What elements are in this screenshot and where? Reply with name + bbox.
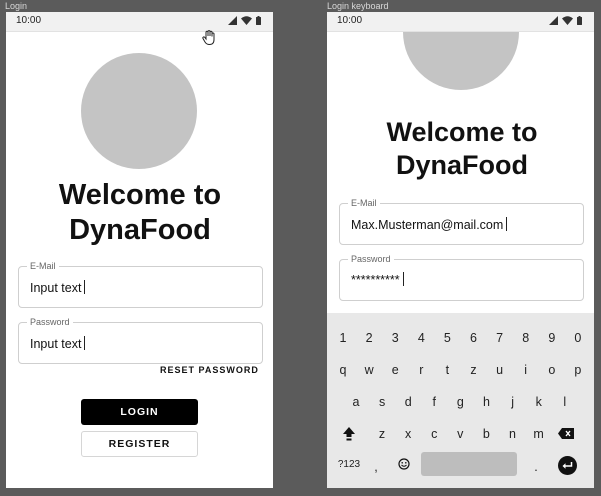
keyboard-key-i[interactable]: i: [515, 359, 537, 381]
keyboard-key-4[interactable]: 4: [410, 327, 432, 349]
password-field[interactable]: Password **********: [339, 254, 584, 301]
keyboard-key-t[interactable]: t: [436, 359, 458, 381]
password-label: Password: [27, 317, 73, 327]
reset-password-button[interactable]: RESET PASSWORD: [160, 365, 259, 375]
email-label: E-Mail: [348, 198, 380, 208]
wifi-icon: [241, 16, 252, 25]
keyboard-key-n[interactable]: n: [502, 423, 524, 445]
page-title: Welcome to DynaFood: [58, 179, 222, 246]
keyboard-key-x[interactable]: x: [397, 423, 419, 445]
password-input-value: Input text: [30, 337, 82, 351]
enter-button[interactable]: [558, 456, 577, 475]
keyboard-key-a[interactable]: a: [345, 391, 367, 413]
keyboard-key-j[interactable]: j: [502, 391, 524, 413]
keyboard-key-1[interactable]: 1: [332, 327, 354, 349]
password-field[interactable]: Password Input text: [18, 317, 263, 364]
frame-label-login-keyboard: Login keyboard: [327, 1, 389, 11]
signal-icon: [228, 16, 237, 25]
hand-cursor-icon: [202, 30, 215, 46]
keyboard-key-8[interactable]: 8: [515, 327, 537, 349]
symbols-key[interactable]: ?123: [335, 459, 363, 470]
keyboard-key-z[interactable]: z: [371, 423, 393, 445]
frame-label-login: Login: [5, 1, 28, 11]
battery-icon: [577, 16, 582, 25]
keyboard-key-c[interactable]: c: [423, 423, 445, 445]
password-input-value: **********: [351, 273, 400, 287]
keyboard-key-e[interactable]: e: [384, 359, 406, 381]
keyboard-key-u[interactable]: u: [489, 359, 511, 381]
password-label: Password: [348, 254, 394, 264]
status-time: 10:00: [337, 15, 363, 26]
email-label: E-Mail: [27, 261, 59, 271]
keyboard-key-9[interactable]: 9: [541, 327, 563, 349]
email-field[interactable]: E-Mail Input text: [18, 261, 263, 308]
login-screen: 10:00 Welcome to DynaFood E-Mail Input t…: [6, 12, 273, 488]
keyboard-key-r[interactable]: r: [410, 359, 432, 381]
spacebar[interactable]: [421, 452, 517, 476]
keyboard-key-g[interactable]: g: [449, 391, 471, 413]
enter-icon: [562, 462, 573, 469]
keyboard-key-w[interactable]: w: [358, 359, 380, 381]
emoji-icon[interactable]: [398, 458, 410, 470]
keyboard-key-5[interactable]: 5: [436, 327, 458, 349]
period-key[interactable]: .: [525, 456, 547, 478]
keyboard-key-6[interactable]: 6: [463, 327, 485, 349]
status-time: 10:00: [16, 15, 42, 26]
keyboard-key-l[interactable]: l: [554, 391, 576, 413]
login-button[interactable]: LOGIN: [81, 399, 198, 425]
comma-key[interactable]: ,: [365, 456, 387, 478]
keyboard-key-0[interactable]: 0: [567, 327, 589, 349]
keyboard-key-z[interactable]: z: [463, 359, 485, 381]
keyboard-key-m[interactable]: m: [528, 423, 550, 445]
keyboard-key-p[interactable]: p: [567, 359, 589, 381]
keyboard-key-v[interactable]: v: [449, 423, 471, 445]
keyboard-key-q[interactable]: q: [332, 359, 354, 381]
keyboard-key-o[interactable]: o: [541, 359, 563, 381]
page-title: Welcome to DynaFood: [386, 117, 538, 180]
keyboard-key-f[interactable]: f: [423, 391, 445, 413]
status-bar: 10:00: [327, 12, 594, 32]
email-field[interactable]: E-Mail Max.Musterman@mail.com: [339, 198, 584, 245]
battery-icon: [256, 16, 261, 25]
on-screen-keyboard: 1234567890 qwertzuiop asdfghjkl zxcvbnm …: [327, 313, 594, 488]
keyboard-key-3[interactable]: 3: [384, 327, 406, 349]
email-input-value: Max.Musterman@mail.com: [351, 218, 504, 232]
email-input-value: Input text: [30, 281, 82, 295]
signal-icon: [549, 16, 558, 25]
keyboard-key-k[interactable]: k: [528, 391, 550, 413]
avatar: [81, 53, 197, 169]
wifi-icon: [562, 16, 573, 25]
keyboard-key-s[interactable]: s: [371, 391, 393, 413]
shift-icon[interactable]: [342, 426, 356, 441]
login-keyboard-screen: 10:00 Welcome to DynaFood E-Mail Max.Mus…: [327, 12, 594, 488]
keyboard-key-d[interactable]: d: [397, 391, 419, 413]
keyboard-key-7[interactable]: 7: [489, 327, 511, 349]
status-bar: 10:00: [6, 12, 273, 32]
backspace-icon[interactable]: [558, 428, 574, 439]
keyboard-key-b[interactable]: b: [475, 423, 497, 445]
register-button[interactable]: REGISTER: [81, 431, 198, 457]
keyboard-key-2[interactable]: 2: [358, 327, 380, 349]
keyboard-key-h[interactable]: h: [476, 391, 498, 413]
